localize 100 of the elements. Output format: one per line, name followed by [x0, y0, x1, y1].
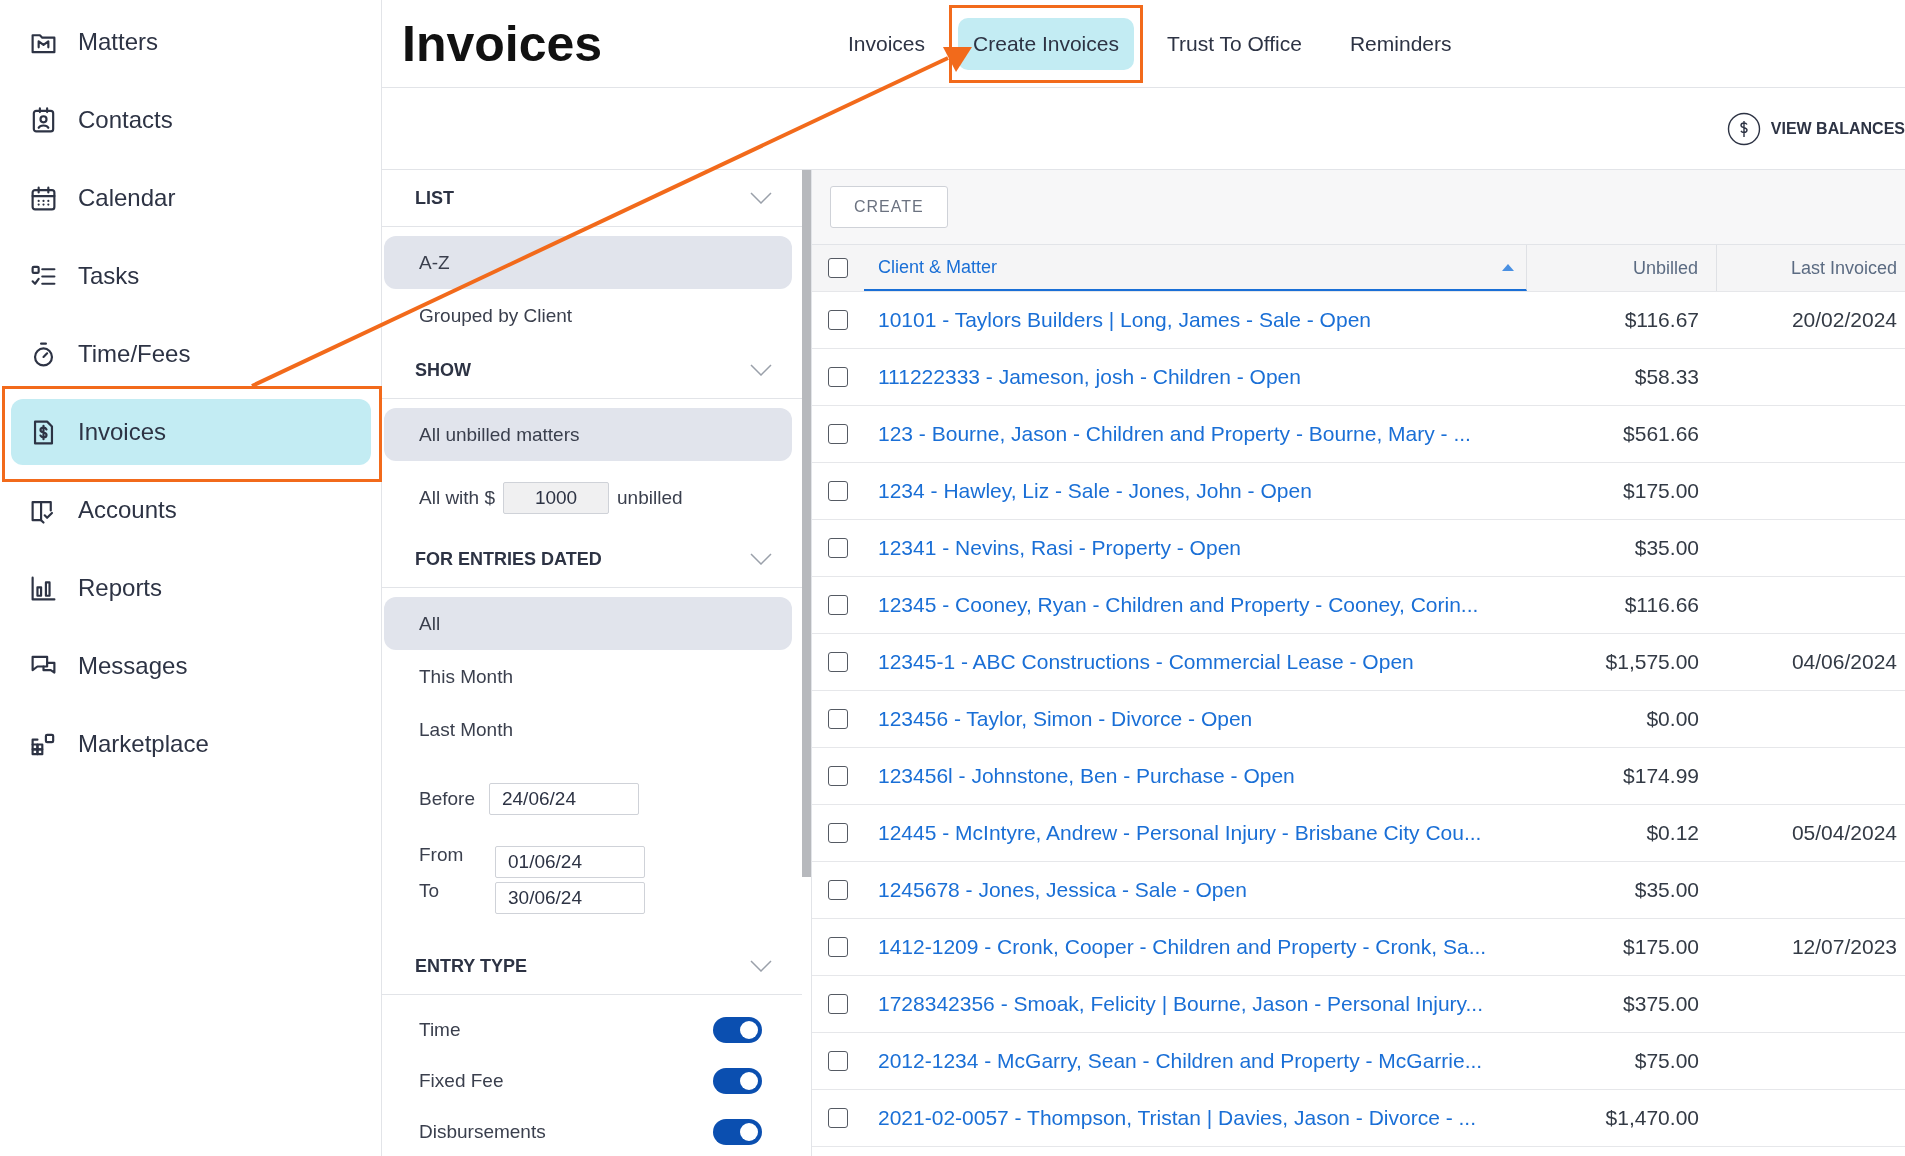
matter-link[interactable]: 12345-1 - ABC Constructions - Commercial Lease - Open [864, 650, 1527, 674]
matter-link[interactable]: 123456 - Taylor, Simon - Divorce - Open [864, 707, 1527, 731]
table-cell-text: $75.00 [1633, 1049, 1700, 1073]
chevron-icon[interactable] [750, 192, 772, 204]
date-field[interactable]: 24/06/24 [489, 783, 639, 815]
row-checkbox[interactable] [828, 652, 848, 672]
matter-link[interactable]: 123 - Bourne, Jason - Children and Property - Bourne, Mary - ... [864, 422, 1527, 446]
table-cell-text: $175.00 [1622, 935, 1700, 959]
table-cell-text: $561.66 [1622, 422, 1700, 446]
row-checkbox[interactable] [828, 595, 848, 615]
select-all-checkbox[interactable] [828, 258, 848, 278]
date-label: From [419, 844, 465, 866]
table-cell-text: 20/02/2024 [1790, 308, 1898, 332]
matter-link[interactable]: 1728342356 - Smoak, Felicity | Bourne, Jason - Personal Injury... [864, 992, 1527, 1016]
create-button[interactable]: CREATE [830, 186, 948, 228]
sidebar-item[interactable]: Marketplace [11, 711, 371, 777]
row-checkbox[interactable] [828, 424, 848, 444]
dollar-circle-icon [1726, 111, 1761, 146]
filter-option[interactable]: All [384, 597, 792, 650]
row-checkbox[interactable] [828, 1051, 848, 1071]
filter-option[interactable]: This Month [384, 650, 792, 703]
tab[interactable]: Create Invoices [958, 17, 1134, 70]
matter-link[interactable]: 12445 - McIntyre, Andrew - Personal Injury - Brisbane City Cou... [864, 821, 1527, 845]
table-cell-text: $35.00 [1633, 878, 1700, 902]
matter-link[interactable]: 1245678 - Jones, Jessica - Sale - Open [864, 878, 1527, 902]
table-cell-text: 12/07/2023 [1790, 935, 1898, 959]
table-cell-text: $1,575.00 [1604, 650, 1700, 674]
row-checkbox[interactable] [828, 367, 848, 387]
row-checkbox[interactable] [828, 310, 848, 330]
amount-field[interactable]: 1000 [503, 482, 610, 514]
row-checkbox[interactable] [828, 766, 848, 786]
toggle-label: Fixed Fee [419, 1069, 504, 1092]
table-cell-text: $116.67 [1623, 308, 1700, 332]
sidebar-item[interactable]: Tasks [11, 243, 371, 309]
table-cell-text: $0.00 [1645, 707, 1700, 731]
toggle-label: Disbursements [419, 1120, 546, 1143]
filter-option[interactable]: Grouped by Client [384, 289, 792, 342]
row-checkbox[interactable] [828, 1108, 848, 1128]
row-checkbox[interactable] [828, 481, 848, 501]
toggle-switch[interactable] [713, 1067, 762, 1094]
matter-link[interactable]: 111222333 - Jameson, josh - Children - Open [864, 365, 1527, 389]
tab[interactable]: Reminders [1334, 17, 1467, 70]
sidebar-item[interactable]: Invoices [11, 399, 371, 465]
table-cell-text: $58.33 [1633, 365, 1700, 389]
sidebar-item[interactable]: Calendar [11, 165, 371, 231]
table-cell-text: $174.99 [1622, 764, 1700, 788]
date-field[interactable]: 01/06/24 [495, 846, 645, 878]
column-header[interactable]: Last Invoiced [1717, 245, 1905, 291]
tab[interactable]: Invoices [833, 17, 941, 70]
row-checkbox[interactable] [828, 823, 848, 843]
table-cell-text: 05/04/2024 [1790, 821, 1898, 845]
sidebar-item[interactable]: Reports [11, 555, 371, 621]
tab[interactable]: Trust To Office [1151, 17, 1317, 70]
filter-option[interactable]: All unbilled matters [384, 408, 792, 461]
filter-heading: ENTRY TYPE [415, 955, 528, 977]
date-label: To [419, 880, 441, 902]
sidebar-item[interactable]: Contacts [11, 87, 371, 153]
table-cell-text: $1,470.00 [1604, 1106, 1700, 1130]
date-label: Before [419, 788, 475, 810]
matter-link[interactable]: 1234 - Hawley, Liz - Sale - Jones, John - Open [864, 479, 1527, 503]
matter-link[interactable]: 2012-1234 - McGarry, Sean - Children and Property - McGarrie... [864, 1049, 1527, 1073]
matter-link[interactable]: 123456l - Johnstone, Ben - Purchase - Open [864, 764, 1527, 788]
chevron-icon[interactable] [750, 960, 772, 972]
toggle-switch[interactable] [713, 1118, 762, 1145]
column-header[interactable]: Client & Matter [864, 245, 1527, 291]
row-checkbox[interactable] [828, 538, 848, 558]
date-field[interactable]: 30/06/24 [495, 882, 645, 914]
matter-link[interactable]: 2021-02-0057 - Thompson, Tristan | Davies, Jason - Divorce - ... [864, 1106, 1527, 1130]
page-title: Invoices [402, 14, 604, 73]
row-checkbox[interactable] [828, 937, 848, 957]
table-cell-text: $116.66 [1623, 593, 1700, 617]
row-checkbox[interactable] [828, 709, 848, 729]
matter-link[interactable]: 12341 - Nevins, Rasi - Property - Open [864, 536, 1527, 560]
filter-heading: LIST [415, 187, 454, 209]
table-cell-text: $375.00 [1622, 992, 1700, 1016]
filter-heading: FOR ENTRIES DATED [415, 548, 602, 570]
column-header[interactable]: Unbilled [1527, 245, 1717, 291]
sidebar-item[interactable]: Time/Fees [11, 321, 371, 387]
chevron-icon[interactable] [750, 553, 772, 565]
sidebar-item[interactable]: Messages [11, 633, 371, 699]
table-cell-text: $175.00 [1622, 479, 1700, 503]
amount-label: All with $ [419, 487, 496, 509]
chevron-icon[interactable] [750, 364, 772, 376]
sidebar-item[interactable]: Matters [11, 9, 371, 75]
toggle-switch[interactable] [713, 1016, 762, 1043]
table-cell-text: 04/06/2024 [1790, 650, 1898, 674]
filter-option[interactable]: Last Month [384, 703, 792, 756]
view-balances-button[interactable]: VIEW BALANCES [1726, 111, 1905, 146]
filter-option[interactable]: A-Z [384, 236, 792, 289]
matter-link[interactable]: 12345 - Cooney, Ryan - Children and Property - Cooney, Corin... [864, 593, 1527, 617]
filter-heading: SHOW [415, 359, 471, 381]
sidebar-item[interactable]: Accounts [11, 477, 371, 543]
table-cell-text: $35.00 [1633, 536, 1700, 560]
row-checkbox[interactable] [828, 994, 848, 1014]
matter-link[interactable]: 1412-1209 - Cronk, Cooper - Children and Property - Cronk, Sa... [864, 935, 1527, 959]
row-checkbox[interactable] [828, 880, 848, 900]
matter-link[interactable]: 10101 - Taylors Builders | Long, James - Sale - Open [864, 308, 1527, 332]
sort-ascending-icon [1502, 263, 1514, 271]
scrollbar-thumb[interactable] [802, 170, 811, 877]
amount-suffix: unbilled [617, 487, 683, 509]
